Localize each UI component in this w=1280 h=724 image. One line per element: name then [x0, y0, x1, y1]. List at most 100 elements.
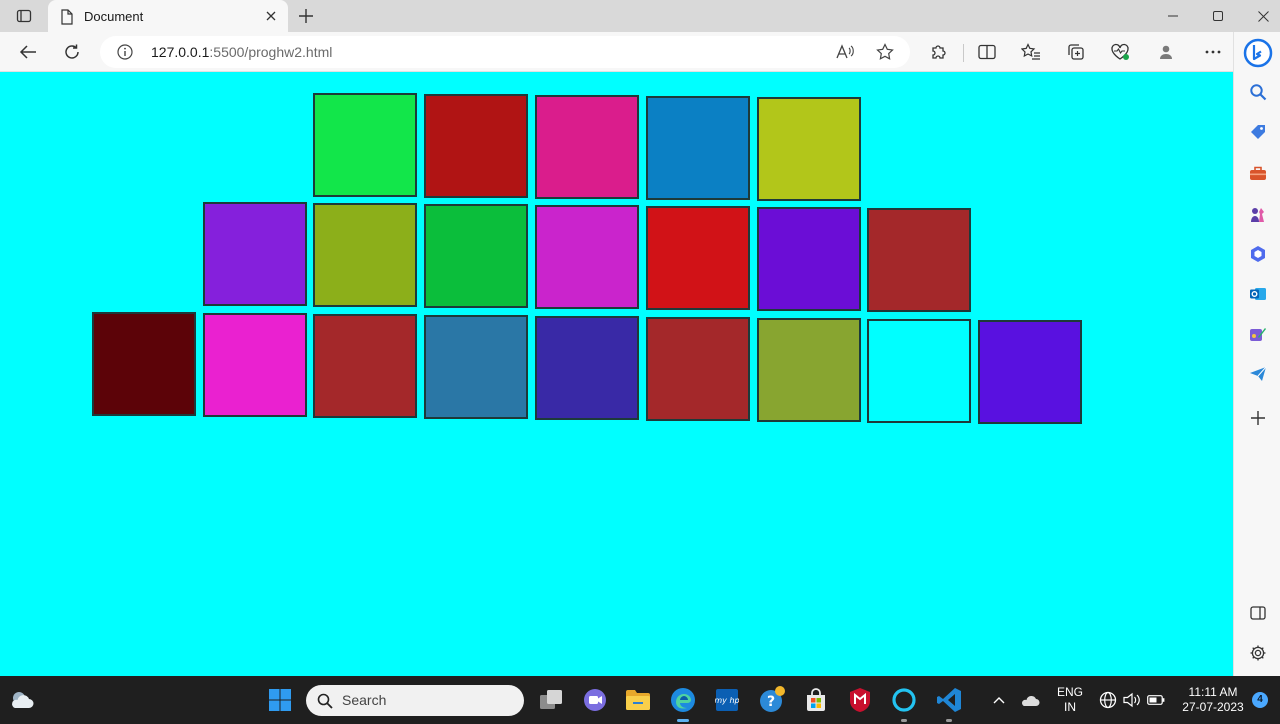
- hide-sidebar-button[interactable]: [1247, 602, 1269, 624]
- favorite-button[interactable]: [873, 40, 897, 64]
- browser-toolbar: 127.0.0.1:5500/proghw2.html: [0, 32, 1280, 72]
- store-bag-icon: [807, 688, 825, 711]
- minimize-icon: [1168, 15, 1178, 17]
- tab-title: Document: [84, 9, 144, 24]
- tab-strip: Document: [0, 0, 1280, 32]
- color-box: [535, 95, 639, 199]
- battery-icon: [1147, 695, 1165, 705]
- sidebar-panel-icon: [1250, 606, 1266, 620]
- url-path: :5500/proghw2.html: [209, 44, 333, 60]
- copilot-button[interactable]: [1243, 38, 1273, 68]
- color-box: [424, 315, 528, 419]
- close-window-button[interactable]: [1240, 0, 1280, 32]
- edge-logo-icon: [671, 688, 695, 712]
- task-view-button[interactable]: [535, 684, 567, 716]
- tab-actions-menu-button[interactable]: [8, 4, 40, 28]
- microsoft-store-button[interactable]: [800, 684, 832, 716]
- color-box: [424, 94, 528, 198]
- color-box: [867, 319, 971, 423]
- sidebar-tools-button[interactable]: [1247, 162, 1269, 184]
- maximize-button[interactable]: [1195, 0, 1241, 32]
- show-hidden-icons-button[interactable]: [985, 684, 1013, 716]
- maximize-icon: [1213, 11, 1223, 21]
- tab-document[interactable]: Document: [48, 0, 288, 32]
- color-box: [646, 206, 750, 310]
- color-box: [757, 97, 861, 201]
- puzzle-icon: [932, 45, 946, 59]
- paper-plane-icon: [1250, 366, 1267, 381]
- outlook-icon: [1250, 288, 1266, 300]
- hp-support-button[interactable]: ?: [756, 684, 788, 716]
- collections-icon: [1068, 44, 1084, 60]
- sidebar-outlook-button[interactable]: [1247, 283, 1269, 305]
- search-icon: [1250, 84, 1267, 101]
- refresh-button[interactable]: [58, 38, 86, 66]
- speaker-icon: [1123, 692, 1140, 708]
- read-aloud-button[interactable]: [833, 40, 857, 64]
- sidebar-drop-button[interactable]: [1247, 363, 1269, 385]
- sidebar-search-button[interactable]: [1247, 81, 1269, 103]
- sidebar-microsoft365-button[interactable]: [1247, 243, 1269, 265]
- plus-icon: [299, 9, 313, 23]
- tab-close-button[interactable]: [262, 7, 280, 25]
- sidebar-settings-button[interactable]: [1247, 642, 1269, 664]
- volume-button[interactable]: [1120, 684, 1144, 716]
- sidebar-shopping-button[interactable]: [1247, 121, 1269, 143]
- mcafee-button[interactable]: [844, 684, 876, 716]
- color-box: [646, 96, 750, 200]
- onedrive-button[interactable]: [1016, 684, 1044, 716]
- sidebar-add-button[interactable]: [1247, 407, 1269, 429]
- vscode-button[interactable]: [933, 684, 965, 722]
- favorites-icon: [1021, 43, 1040, 60]
- globe-icon: [1099, 691, 1117, 709]
- task-view-icon: [540, 690, 562, 709]
- arrow-left-icon: [19, 45, 36, 59]
- taskbar-search-box[interactable]: Search: [306, 685, 524, 716]
- extensions-button[interactable]: [925, 38, 953, 66]
- svg-text:my hp: my hp: [715, 696, 739, 705]
- favorites-button[interactable]: [1017, 38, 1045, 66]
- alexa-button[interactable]: [888, 684, 920, 722]
- profile-icon: [1160, 45, 1172, 59]
- file-explorer-button[interactable]: [622, 684, 654, 716]
- url-host: 127.0.0.1: [151, 44, 210, 60]
- back-button[interactable]: [14, 38, 42, 66]
- notification-badge[interactable]: 4: [1252, 692, 1268, 708]
- shopping-tag-icon: [1251, 125, 1265, 139]
- color-box: [92, 312, 196, 416]
- plus-icon: [1251, 411, 1265, 425]
- split-screen-button[interactable]: [973, 38, 1001, 66]
- page-icon: [61, 9, 73, 25]
- sidebar-games-button[interactable]: [1247, 203, 1269, 225]
- weather-widget[interactable]: [6, 684, 38, 716]
- microsoft365-icon: [1251, 246, 1265, 262]
- language-code: ENG: [1056, 685, 1083, 699]
- start-button[interactable]: [264, 684, 296, 716]
- network-button[interactable]: [1096, 684, 1120, 716]
- address-bar[interactable]: 127.0.0.1:5500/proghw2.html: [100, 36, 910, 68]
- weather-cloud-icon: [12, 692, 34, 708]
- split-screen-icon: [978, 44, 996, 60]
- chess-piece-icon: [1251, 208, 1264, 222]
- settings-more-button[interactable]: [1199, 38, 1227, 66]
- color-box: [867, 208, 971, 312]
- minimize-button[interactable]: [1150, 0, 1196, 32]
- color-box: [313, 203, 417, 307]
- new-tab-button[interactable]: [294, 4, 318, 28]
- battery-button[interactable]: [1144, 684, 1168, 716]
- heart-pulse-icon: [1111, 43, 1129, 60]
- collections-button[interactable]: [1062, 38, 1090, 66]
- windows-logo-icon: [269, 689, 291, 711]
- teams-chat-button[interactable]: [579, 684, 611, 716]
- cloud-icon: [1022, 695, 1040, 706]
- myhp-button[interactable]: my hp: [711, 684, 743, 716]
- windows-taskbar: Search my hp ? ENG IN 11:11 AM 27-07-202…: [0, 676, 1280, 724]
- color-box: [978, 320, 1082, 424]
- browser-essentials-button[interactable]: [1106, 38, 1134, 66]
- edge-taskbar-button[interactable]: [667, 684, 699, 722]
- read-aloud-icon: [836, 44, 854, 59]
- input-language[interactable]: ENG IN: [1052, 685, 1088, 715]
- profile-button[interactable]: [1152, 38, 1180, 66]
- clock[interactable]: 11:11 AM 27-07-2023: [1178, 685, 1248, 715]
- sidebar-designer-button[interactable]: [1247, 323, 1269, 345]
